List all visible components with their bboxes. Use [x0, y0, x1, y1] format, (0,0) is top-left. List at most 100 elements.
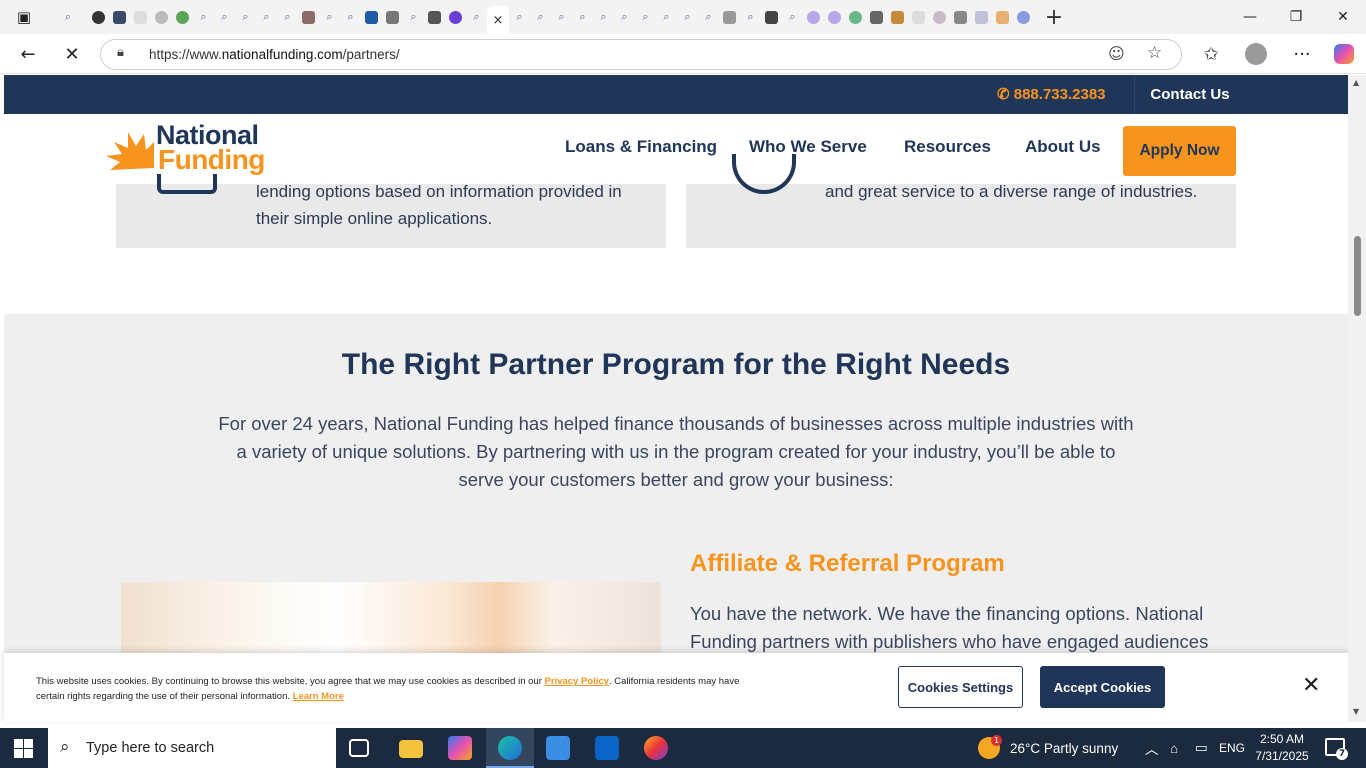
tab-favicon-icon[interactable]: ⌕ — [698, 3, 719, 31]
taskbar-search[interactable]: ⌕ Type here to search — [48, 728, 336, 768]
national-funding-logo[interactable]: National Funding — [106, 120, 286, 178]
search-placeholder: Type here to search — [86, 740, 215, 756]
tab-favicon-icon[interactable]: ⌕ — [551, 3, 572, 31]
profile-avatar-icon[interactable] — [1241, 40, 1271, 68]
tab-favicon-icon[interactable]: ⌕ — [677, 3, 698, 31]
stop-loading-icon[interactable]: ✕ — [57, 40, 87, 68]
tab-favicon-icon[interactable] — [445, 3, 466, 31]
nav-resources[interactable]: Resources — [904, 137, 991, 157]
cookies-settings-button[interactable]: Cookies Settings — [898, 666, 1023, 708]
network-icon[interactable]: ⌂ — [1170, 728, 1178, 768]
tab-favicon-icon[interactable]: ⌕ — [656, 3, 677, 31]
tab-favicon-icon[interactable] — [803, 3, 824, 31]
logo-burst-icon — [106, 132, 154, 170]
tab-favicon-icon[interactable] — [971, 3, 992, 31]
tab-favicon-icon[interactable] — [887, 3, 908, 31]
tab-favicon-icon[interactable] — [761, 3, 782, 31]
address-bar-row: ← ✕ 🔒︎ https://www.nationalfunding.com/p… — [0, 34, 1366, 74]
active-tab[interactable]: × — [487, 6, 509, 34]
tab-favicon-icon[interactable]: ⌕ — [466, 3, 487, 31]
firefox-icon[interactable] — [644, 736, 668, 760]
url-input[interactable]: 🔒︎ https://www.nationalfunding.com/partn… — [100, 39, 1182, 70]
tab-favicon-icon[interactable] — [866, 3, 887, 31]
tab-favicon-icon[interactable]: ⌕ — [635, 3, 656, 31]
outlook-icon[interactable] — [595, 736, 619, 760]
scroll-down-icon[interactable]: ▼ — [1353, 707, 1359, 716]
tab-favicon-icon[interactable] — [992, 3, 1013, 31]
clock[interactable]: 2:50 AM 7/31/2025 — [1250, 731, 1314, 765]
tab-favicon-icon[interactable]: ⌕ — [530, 3, 551, 31]
reader-options-icon[interactable]: ☺ — [1108, 44, 1125, 63]
store-icon[interactable] — [546, 736, 570, 760]
tab-favicon-icon[interactable] — [824, 3, 845, 31]
task-view-icon[interactable] — [349, 739, 369, 757]
language-indicator[interactable]: ENG — [1219, 728, 1245, 768]
tab-favicon-icon[interactable]: ⌕ — [48, 3, 88, 31]
tab-favicon-icon[interactable] — [929, 3, 950, 31]
tab-favicon-icon[interactable] — [151, 3, 172, 31]
scrollbar-thumb[interactable] — [1354, 236, 1361, 316]
web-page: ✆ 888.733.2383 Contact Us National Fundi… — [4, 75, 1348, 722]
tab-favicon-icon[interactable] — [172, 3, 193, 31]
tab-favicon-icon[interactable]: ⌕ — [614, 3, 635, 31]
copilot-icon[interactable] — [1329, 40, 1359, 68]
phone-link[interactable]: ✆ 888.733.2383 — [997, 85, 1106, 103]
back-icon[interactable]: ← — [13, 40, 43, 68]
file-explorer-icon[interactable] — [399, 740, 423, 758]
edge-icon[interactable] — [498, 736, 522, 760]
battery-icon[interactable]: ▭ — [1195, 728, 1208, 768]
copilot-app-icon[interactable] — [448, 736, 472, 760]
show-hidden-icons[interactable]: ︿ — [1145, 728, 1159, 768]
close-tab-icon[interactable]: × — [493, 13, 504, 28]
tab-favicon-icon[interactable] — [130, 3, 151, 31]
tab-favicon-icon[interactable] — [845, 3, 866, 31]
close-window-icon[interactable]: ✕ — [1320, 0, 1366, 34]
tab-favicon-icon[interactable]: ⌕ — [277, 3, 298, 31]
tab-favicon-icon[interactable]: ⌕ — [214, 3, 235, 31]
favorites-icon[interactable]: ✩ — [1196, 40, 1226, 68]
tab-actions-icon[interactable]: ▣ — [0, 3, 48, 31]
apply-now-button[interactable]: Apply Now — [1123, 126, 1236, 176]
tab-favicon-icon[interactable] — [109, 3, 130, 31]
accept-cookies-button[interactable]: Accept Cookies — [1040, 666, 1165, 708]
tab-favicon-icon[interactable]: ⌕ — [509, 3, 530, 31]
nav-loans-financing[interactable]: Loans & Financing — [565, 137, 717, 157]
tab-favicon-icon[interactable]: ⌕ — [235, 3, 256, 31]
weather-text[interactable]: 26°C Partly sunny — [1010, 728, 1118, 768]
tab-favicon-icon[interactable]: ⌕ — [572, 3, 593, 31]
tab-favicon-icon[interactable] — [88, 3, 109, 31]
tab-favicon-icon[interactable] — [908, 3, 929, 31]
tab-favicon-icon[interactable]: ⌕ — [782, 3, 803, 31]
tab-favicon-icon[interactable]: ⌕ — [740, 3, 761, 31]
minimize-icon[interactable]: — — [1227, 0, 1273, 34]
restore-icon[interactable]: ❐ — [1273, 0, 1319, 34]
new-tab-icon[interactable]: + — [1034, 3, 1074, 31]
scroll-up-icon[interactable]: ▲ — [1353, 78, 1359, 87]
notification-count: 7 — [1336, 748, 1348, 760]
logo-text-funding: Funding — [158, 144, 265, 175]
learn-more-link[interactable]: Learn More — [293, 691, 344, 702]
tab-favicon-icon[interactable]: ⌕ — [593, 3, 614, 31]
more-menu-icon[interactable]: ··· — [1287, 40, 1317, 68]
lock-icon[interactable]: 🔒︎ — [117, 45, 124, 60]
tab-favicon-icon[interactable] — [1013, 3, 1034, 31]
tab-favicon-icon[interactable]: ⌕ — [193, 3, 214, 31]
tab-favicon-icon[interactable] — [382, 3, 403, 31]
privacy-policy-link[interactable]: Privacy Policy — [545, 676, 609, 687]
page-scrollbar[interactable]: ▲ ▼ — [1348, 75, 1366, 722]
nav-about-us[interactable]: About Us — [1025, 137, 1101, 157]
tab-favicon-icon[interactable]: ⌕ — [403, 3, 424, 31]
start-icon[interactable] — [14, 739, 33, 758]
tab-favicon-icon[interactable] — [719, 3, 740, 31]
tab-favicon-icon[interactable] — [298, 3, 319, 31]
tab-favicon-icon[interactable]: ⌕ — [319, 3, 340, 31]
favorite-star-icon[interactable]: ☆ — [1147, 43, 1162, 63]
tab-favicon-icon[interactable] — [361, 3, 382, 31]
contact-us-link[interactable]: Contact Us — [1134, 75, 1245, 114]
tab-favicon-icon[interactable] — [950, 3, 971, 31]
close-cookie-icon[interactable]: ✕ — [1302, 673, 1320, 698]
tab-favicon-icon[interactable] — [424, 3, 445, 31]
tab-favicon-icon[interactable]: ⌕ — [256, 3, 277, 31]
tab-favicon-icon[interactable]: ⌕ — [340, 3, 361, 31]
windows-taskbar: ⌕ Type here to search 1 26°C Partly sunn… — [0, 728, 1366, 768]
